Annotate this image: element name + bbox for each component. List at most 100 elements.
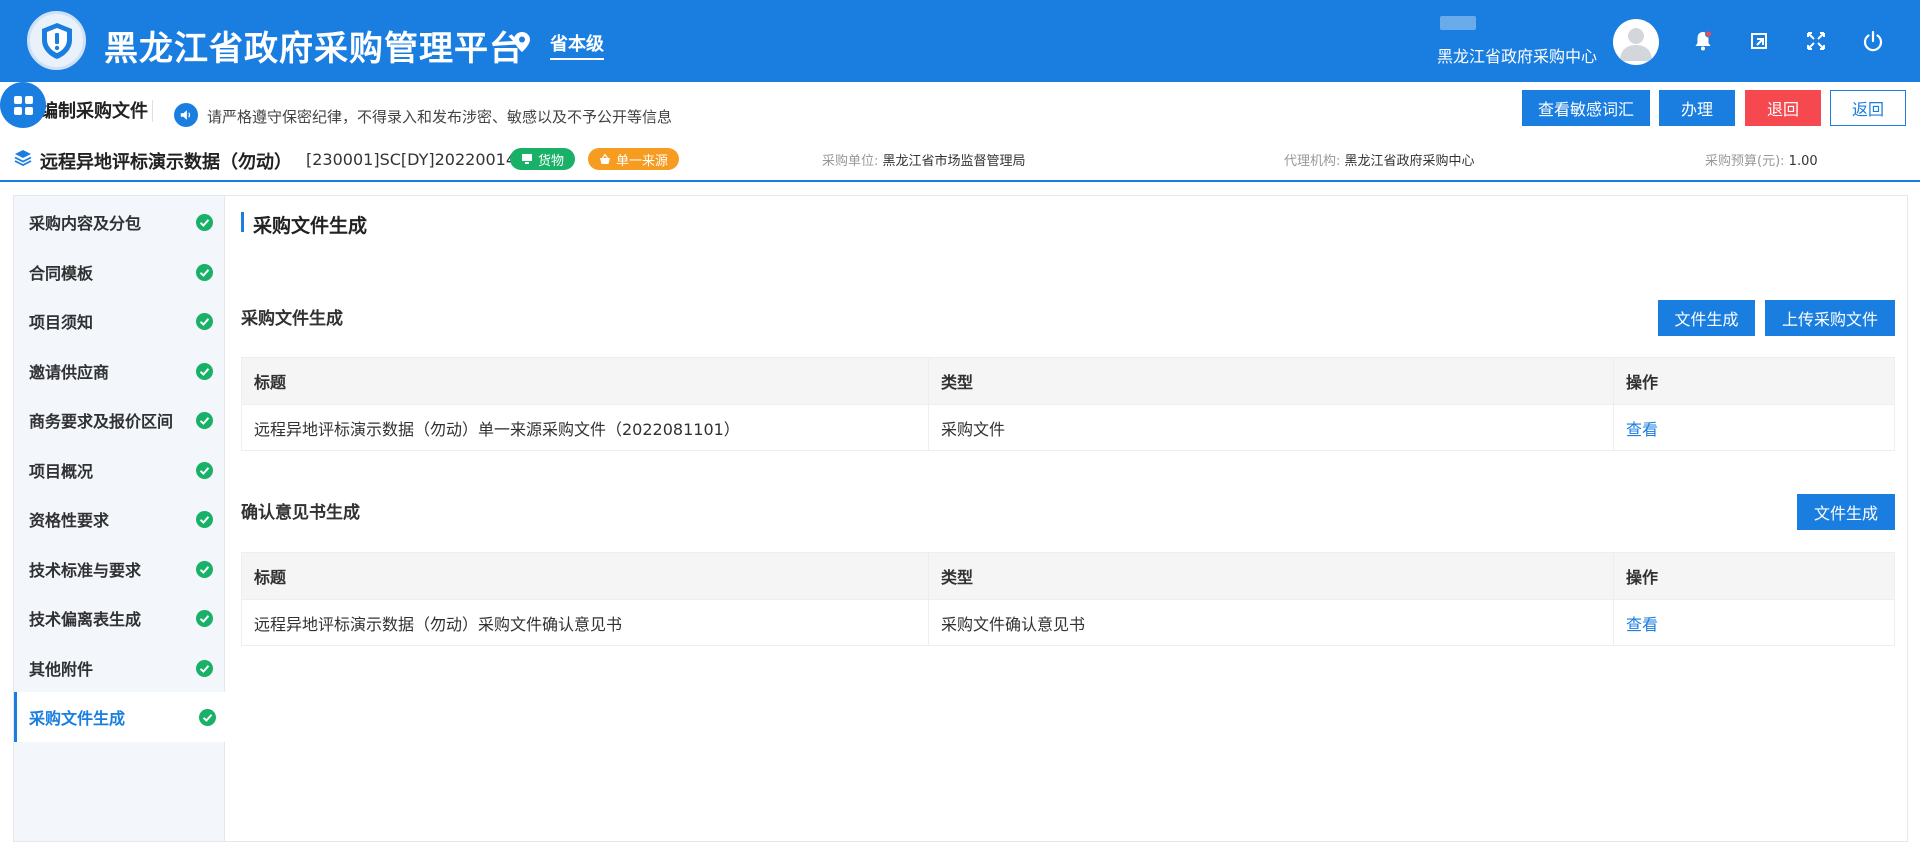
- procurement-file-subtitle: 采购文件生成: [241, 309, 343, 329]
- sidebar-step-item[interactable]: 采购文件生成: [14, 692, 225, 742]
- check-circle-icon: [196, 609, 213, 627]
- col-header-action: 操作: [1626, 568, 1659, 587]
- column-divider: [1613, 600, 1614, 646]
- reject-button[interactable]: 退回: [1745, 90, 1821, 126]
- confirmation-letter-table: 标题 类型 操作 远程异地评标演示数据（勿动）采购文件确认意见书 采购文件确认意…: [241, 552, 1895, 646]
- check-circle-icon: [196, 312, 213, 330]
- table-row: 远程异地评标演示数据（勿动）单一来源采购文件（2022081101） 采购文件 …: [242, 404, 1894, 451]
- sidebar-step-label: 技术偏离表生成: [29, 610, 142, 629]
- column-divider: [1613, 358, 1614, 404]
- sidebar-step-label: 项目须知: [29, 313, 94, 332]
- sidebar-step-label: 资格性要求: [29, 511, 110, 530]
- agency-value: 黑龙江省政府采购中心: [1344, 154, 1475, 169]
- sidebar-step-label: 项目概况: [29, 462, 94, 481]
- sidebar-step-item[interactable]: 资格性要求: [14, 494, 225, 544]
- sidebar-step-item[interactable]: 技术标准与要求: [14, 544, 225, 594]
- check-circle-icon: [196, 362, 213, 380]
- row-type: 采购文件: [941, 420, 1006, 439]
- check-circle-icon: [196, 510, 213, 528]
- col-header-type: 类型: [941, 568, 974, 587]
- column-divider: [928, 358, 929, 404]
- app-title: 黑龙江省政府采购管理平台: [104, 29, 524, 69]
- view-link[interactable]: 查看: [1626, 405, 1658, 451]
- goods-badge-label: 货物: [538, 153, 565, 169]
- table-header-row: 标题 类型 操作: [242, 553, 1894, 599]
- switch-window-icon[interactable]: [1748, 29, 1772, 53]
- sidebar-step-item[interactable]: 技术偏离表生成: [14, 593, 225, 643]
- generate-confirmation-file-button[interactable]: 文件生成: [1797, 494, 1895, 530]
- column-divider: [928, 405, 929, 451]
- upload-procurement-file-button[interactable]: 上传采购文件: [1765, 300, 1895, 336]
- user-avatar-icon: [1620, 28, 1652, 61]
- table-row: 远程异地评标演示数据（勿动）采购文件确认意见书 采购文件确认意见书 查看: [242, 599, 1894, 646]
- layers-icon: [14, 150, 32, 167]
- check-circle-icon: [196, 560, 213, 578]
- check-circle-icon: [196, 659, 213, 677]
- toolbar-divider: [152, 100, 153, 122]
- budget-value: 1.00: [1788, 154, 1818, 169]
- region-selector[interactable]: 省本级: [550, 30, 604, 60]
- sidebar-step-label: 技术标准与要求: [29, 561, 142, 580]
- grid-icon: [13, 95, 33, 115]
- row-type: 采购文件确认意见书: [941, 615, 1086, 634]
- back-button[interactable]: 返回: [1830, 90, 1906, 126]
- handle-button[interactable]: 办理: [1659, 90, 1735, 126]
- basket-icon: [600, 153, 610, 164]
- check-circle-icon: [196, 263, 213, 281]
- column-divider: [928, 553, 929, 599]
- sidebar-step-item[interactable]: 商务要求及报价区间: [14, 395, 225, 445]
- project-code: [230001]SC[DY]20220014: [306, 150, 517, 169]
- speaker-icon: [174, 103, 198, 127]
- buyer-value: 黑龙江省市场监督管理局: [882, 154, 1026, 169]
- sidebar-step-item[interactable]: 合同模板: [14, 247, 225, 297]
- avatar[interactable]: [1613, 19, 1659, 65]
- location-pin-icon: [514, 32, 530, 52]
- sidebar-step-label: 商务要求及报价区间: [29, 412, 174, 431]
- sidebar-step-item[interactable]: 采购内容及分包: [14, 197, 225, 247]
- budget-info: 采购预算(元): 1.00: [1705, 150, 1818, 169]
- check-circle-icon: [196, 213, 213, 231]
- budget-label: 采购预算(元):: [1705, 154, 1785, 169]
- procurement-method-label: 单一来源: [616, 153, 669, 169]
- col-header-action: 操作: [1626, 373, 1659, 392]
- col-header-title: 标题: [254, 373, 287, 392]
- sidebar-step-label: 采购内容及分包: [29, 214, 142, 233]
- monitor-icon: [522, 154, 532, 164]
- buyer-label: 采购单位:: [822, 154, 879, 169]
- sidebar-step-label: 合同模板: [29, 264, 94, 283]
- goods-badge: 货物: [510, 148, 576, 170]
- check-circle-icon: [196, 411, 213, 429]
- col-header-title: 标题: [254, 568, 287, 587]
- column-divider: [928, 600, 929, 646]
- procurement-method-badge: 单一来源: [588, 148, 680, 170]
- sidebar-step-label: 其他附件: [29, 660, 94, 679]
- section-accent-bar: [241, 212, 244, 232]
- power-logout-icon[interactable]: [1861, 29, 1885, 53]
- user-org: 黑龙江省政府采购中心: [1437, 47, 1598, 66]
- row-title: 远程异地评标演示数据（勿动）单一来源采购文件（2022081101）: [254, 420, 740, 439]
- sidebar-step-item[interactable]: 项目须知: [14, 296, 225, 346]
- sidebar-step-item[interactable]: 邀请供应商: [14, 346, 225, 396]
- platform-logo: [27, 11, 86, 70]
- project-name: 远程异地评标演示数据（勿动）: [40, 152, 292, 173]
- procurement-file-table: 标题 类型 操作 远程异地评标演示数据（勿动）单一来源采购文件（20220811…: [241, 357, 1895, 451]
- shield-logo-icon: [41, 22, 72, 59]
- view-link[interactable]: 查看: [1626, 600, 1658, 646]
- generate-procurement-file-button[interactable]: 文件生成: [1658, 300, 1755, 336]
- check-circle-icon: [199, 708, 216, 726]
- sidebar-step-label: 采购文件生成: [29, 709, 126, 728]
- notification-bell-icon[interactable]: [1691, 29, 1715, 53]
- buyer-info: 采购单位: 黑龙江省市场监督管理局: [822, 150, 1026, 169]
- check-circle-icon: [196, 461, 213, 479]
- table-header-row: 标题 类型 操作: [242, 358, 1894, 404]
- page-title: 编制采购文件: [40, 101, 148, 122]
- security-notice: 请严格遵守保密纪律，不得录入和发布涉密、敏感以及不予公开等信息: [207, 108, 673, 126]
- sidebar-step-item[interactable]: 其他附件: [14, 643, 225, 693]
- fullscreen-icon[interactable]: [1804, 29, 1828, 53]
- view-sensitive-words-button[interactable]: 查看敏感词汇: [1522, 90, 1650, 126]
- apps-menu-button[interactable]: [0, 82, 46, 128]
- top-header: 黑龙江省政府采购管理平台 省本级 黑龙江省政府采购中心: [0, 0, 1920, 82]
- confirmation-letter-subtitle: 确认意见书生成: [241, 503, 360, 523]
- section-title: 采购文件生成: [253, 215, 368, 237]
- sidebar-step-item[interactable]: 项目概况: [14, 445, 225, 495]
